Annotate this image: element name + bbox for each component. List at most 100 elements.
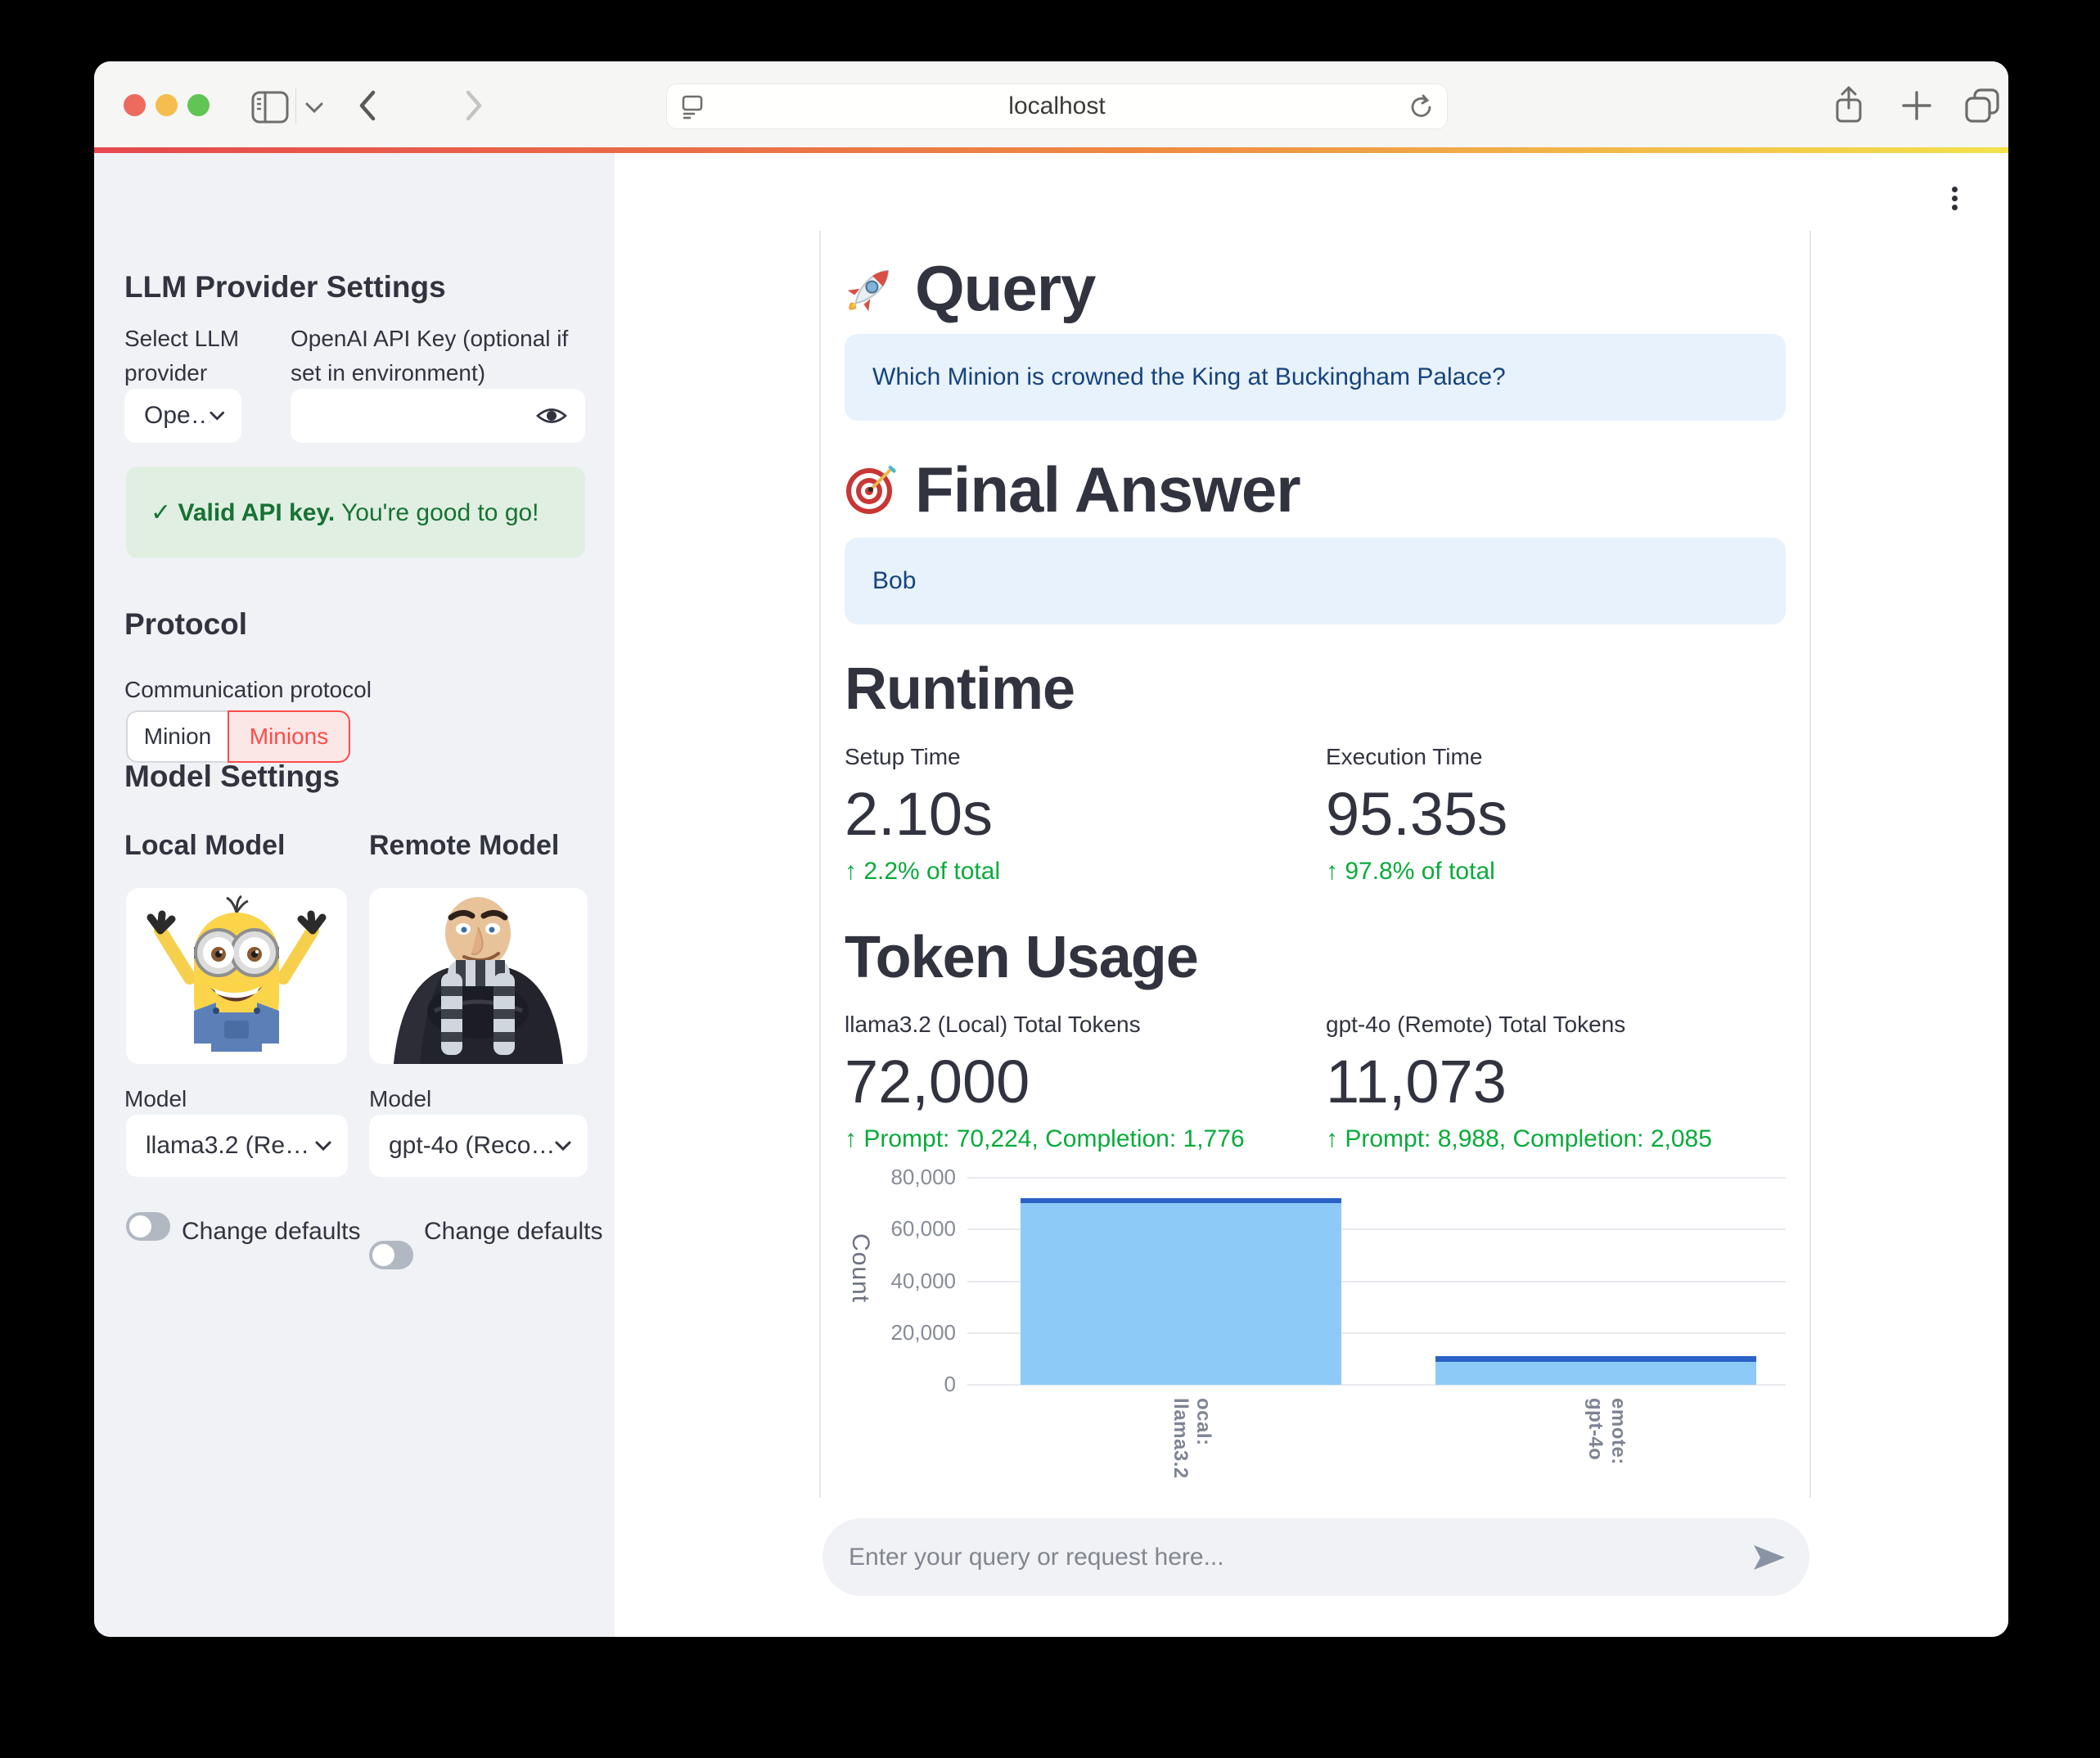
rocket-icon — [845, 262, 897, 314]
token-usage-heading: Token Usage — [845, 925, 1786, 990]
main-content: Query Which Minion is crowned the King a… — [615, 153, 2008, 1637]
chart-xtick: emote: gpt-4o — [1584, 1398, 1629, 1498]
toolbar-separator — [295, 88, 296, 124]
metric-value: 72,000 — [845, 1046, 1326, 1118]
zoom-window-button[interactable] — [187, 94, 210, 116]
query-title: Query — [915, 251, 1095, 326]
chat-input[interactable] — [847, 1543, 1752, 1572]
chevron-down-icon[interactable] — [305, 102, 323, 113]
metric-delta: ↑ 97.8% of total — [1326, 857, 1786, 886]
reload-icon[interactable] — [1409, 94, 1434, 120]
provider-select[interactable]: Ope… — [124, 389, 241, 443]
chat-input-bar — [822, 1518, 1809, 1596]
protocol-heading: Protocol — [124, 607, 247, 642]
metric-delta: ↑ Prompt: 70,224, Completion: 1,776 — [845, 1125, 1326, 1154]
api-key-field-wrap — [291, 389, 585, 443]
browser-toolbar: localhost — [94, 61, 2008, 147]
back-button[interactable] — [358, 90, 376, 121]
api-key-valid-banner: ✓ Valid API key. You're good to go! — [126, 467, 585, 558]
model-settings-heading: Model Settings — [124, 760, 340, 794]
query-heading: Query — [845, 254, 1786, 322]
query-text: Which Minion is crowned the King at Buck… — [872, 363, 1506, 391]
remote-change-defaults-toggle[interactable] — [369, 1241, 413, 1269]
local-model-heading: Local Model — [124, 830, 285, 862]
remote-tokens-metric: gpt-4o (Remote) Total Tokens 11,073 ↑ Pr… — [1326, 1010, 1786, 1154]
query-box: Which Minion is crowned the King at Buck… — [845, 334, 1786, 421]
remote-model-image — [369, 888, 588, 1064]
api-key-valid-text: You're good to go! — [335, 499, 539, 526]
local-model-select-value: llama3.2 (Re… — [146, 1132, 309, 1160]
metric-value: 95.35s — [1326, 778, 1786, 850]
remote-model-select-value: gpt-4o (Reco… — [389, 1132, 555, 1160]
chart-bar-segment — [1021, 1198, 1341, 1203]
chart-ytick: 0 — [845, 1372, 956, 1397]
chart-ytick: 80,000 — [845, 1165, 956, 1190]
runtime-heading: Runtime — [845, 656, 1786, 722]
address-bar[interactable]: localhost — [667, 84, 1447, 128]
local-change-defaults-toggle[interactable] — [126, 1212, 170, 1241]
setup-time-metric: Setup Time 2.10s ↑ 2.2% of total — [845, 742, 1326, 886]
close-window-button[interactable] — [124, 94, 146, 116]
sidebar: LLM Provider Settings Select LLM provide… — [94, 153, 615, 1637]
share-icon[interactable] — [1832, 85, 1865, 124]
metric-label: Setup Time — [845, 742, 1326, 772]
metric-value: 11,073 — [1326, 1046, 1786, 1118]
provider-settings-heading: LLM Provider Settings — [124, 270, 446, 304]
local-tokens-metric: llama3.2 (Local) Total Tokens 72,000 ↑ P… — [845, 1010, 1326, 1154]
minimize-window-button[interactable] — [155, 94, 178, 116]
provider-select-value: Ope… — [144, 402, 210, 430]
target-icon — [845, 463, 897, 516]
chart-bar-segment — [1435, 1362, 1756, 1385]
app-menu-kebab-icon[interactable] — [1952, 187, 1958, 210]
local-model-select[interactable]: llama3.2 (Re… — [126, 1115, 348, 1177]
chevron-down-icon — [210, 411, 225, 421]
new-tab-icon[interactable] — [1901, 90, 1932, 121]
metric-delta: ↑ 2.2% of total — [845, 857, 1326, 886]
token-usage-chart: 020,00040,00060,00080,000ocal: llama3.2e… — [845, 1156, 1786, 1498]
remote-change-defaults-label: Change defaults — [424, 1215, 603, 1249]
final-answer-heading: Final Answer — [845, 455, 1786, 524]
protocol-segmented-control: Minion Minions — [126, 710, 350, 763]
remote-model-label: Model — [369, 1082, 431, 1116]
chevron-down-icon — [315, 1141, 331, 1151]
chart-ylabel: Count — [846, 1233, 874, 1303]
metric-value: 2.10s — [845, 778, 1326, 850]
remote-model-heading: Remote Model — [369, 830, 559, 862]
desktop: localhost — [0, 0, 2100, 1758]
provider-select-label: Select LLM provider — [124, 322, 272, 390]
metric-delta: ↑ Prompt: 8,988, Completion: 2,085 — [1326, 1125, 1786, 1154]
local-change-defaults-label: Change defaults — [182, 1215, 361, 1249]
tab-overview-icon[interactable] — [1963, 88, 2001, 124]
sidebar-toggle-icon[interactable] — [251, 91, 289, 124]
protocol-option-minion[interactable]: Minion — [126, 710, 228, 763]
eye-icon[interactable] — [536, 406, 567, 426]
local-model-image — [126, 888, 347, 1064]
local-model-label: Model — [124, 1082, 187, 1116]
execution-time-metric: Execution Time 95.35s ↑ 97.8% of total — [1326, 742, 1786, 886]
chart-ytick: 20,000 — [845, 1320, 956, 1346]
send-icon[interactable] — [1752, 1544, 1787, 1571]
final-answer-box: Bob — [845, 538, 1786, 624]
chevron-down-icon — [555, 1141, 571, 1151]
api-key-input[interactable] — [307, 389, 523, 444]
metric-label: gpt-4o (Remote) Total Tokens — [1326, 1010, 1786, 1039]
final-answer-text: Bob — [872, 567, 916, 595]
chart-xtick: ocal: llama3.2 — [1169, 1398, 1214, 1498]
url-text: localhost — [667, 84, 1447, 128]
protocol-option-minions[interactable]: Minions — [228, 710, 350, 763]
forward-button[interactable] — [465, 90, 483, 121]
remote-model-select[interactable]: gpt-4o (Reco… — [369, 1115, 588, 1177]
app-body: LLM Provider Settings Select LLM provide… — [94, 153, 2008, 1637]
chart-gridline — [967, 1177, 1786, 1179]
metric-label: llama3.2 (Local) Total Tokens — [845, 1010, 1326, 1039]
api-key-label: OpenAI API Key (optional if set in envir… — [291, 322, 579, 390]
token-metrics-row: llama3.2 (Local) Total Tokens 72,000 ↑ P… — [845, 1010, 1786, 1154]
chart-bar-segment — [1435, 1356, 1756, 1362]
chart-bar-segment — [1021, 1203, 1341, 1385]
decoration-bar — [94, 147, 2008, 153]
runtime-metrics-row: Setup Time 2.10s ↑ 2.2% of total Executi… — [845, 742, 1786, 886]
api-key-valid-bold: ✓ Valid API key. — [151, 499, 335, 526]
metric-label: Execution Time — [1326, 742, 1786, 772]
final-answer-title: Final Answer — [915, 453, 1300, 527]
protocol-label: Communication protocol — [124, 673, 372, 707]
